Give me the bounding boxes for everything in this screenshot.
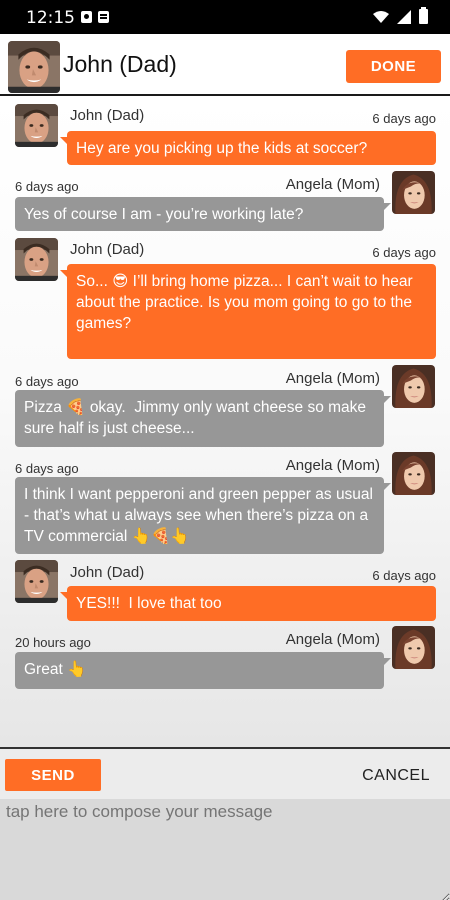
angela-avatar — [392, 171, 435, 214]
angela-avatar — [392, 452, 435, 495]
status-bar: 12:15 — [0, 0, 450, 34]
contact-avatar — [8, 41, 60, 93]
john-avatar — [15, 560, 58, 603]
message-time: 6 days ago — [372, 111, 436, 126]
message-time: 6 days ago — [15, 374, 79, 389]
send-button[interactable]: SEND — [5, 759, 101, 791]
message-time: 6 days ago — [372, 568, 436, 583]
conversation-header: John (Dad) DONE — [0, 34, 450, 96]
message-sender: Angela (Mom) — [285, 370, 380, 387]
notification-icon — [81, 11, 92, 23]
signal-icon — [397, 10, 411, 24]
status-time: 12:15 — [26, 8, 75, 28]
message-time: 6 days ago — [15, 461, 79, 476]
message-bubble[interactable]: Yes of course I am - you’re working late… — [15, 197, 391, 231]
message-sender: Angela (Mom) — [285, 457, 380, 474]
clipboard-icon — [98, 11, 109, 23]
message-bubble[interactable]: Great 👆 — [15, 652, 391, 689]
message-sender: John (Dad) — [70, 564, 145, 581]
battery-icon — [419, 7, 428, 24]
message-sender: John (Dad) — [70, 241, 145, 258]
message-bubble[interactable]: YES!!! I love that too — [60, 586, 436, 621]
message-bubble[interactable]: I think I want pepperoni and green peppe… — [15, 477, 391, 554]
john-avatar — [15, 238, 58, 281]
angela-avatar — [392, 365, 435, 408]
compose-toolbar: SEND CANCEL — [0, 749, 450, 799]
message-list[interactable]: John (Dad) 6 days ago Hey are you pickin… — [0, 96, 450, 747]
message-time: 6 days ago — [15, 179, 79, 194]
message-bubble[interactable]: So... 😎 I’ll bring home pizza... I can’t… — [60, 264, 436, 359]
cancel-button[interactable]: CANCEL — [362, 767, 430, 785]
done-button[interactable]: DONE — [346, 50, 441, 83]
message-bubble[interactable]: Pizza 🍕 okay. Jimmy only want cheese so … — [15, 390, 391, 447]
message-bubble[interactable]: Hey are you picking up the kids at socce… — [60, 131, 436, 165]
john-avatar — [15, 104, 58, 147]
message-sender: Angela (Mom) — [285, 176, 380, 193]
message-sender: John (Dad) — [70, 107, 145, 124]
wifi-icon — [373, 11, 389, 23]
message-time: 20 hours ago — [15, 635, 91, 650]
compose-input[interactable] — [0, 799, 450, 900]
contact-name: John (Dad) — [63, 51, 177, 77]
compose-area: SEND CANCEL — [0, 747, 450, 900]
message-sender: Angela (Mom) — [285, 631, 380, 648]
message-time: 6 days ago — [372, 245, 436, 260]
angela-avatar — [392, 626, 435, 669]
